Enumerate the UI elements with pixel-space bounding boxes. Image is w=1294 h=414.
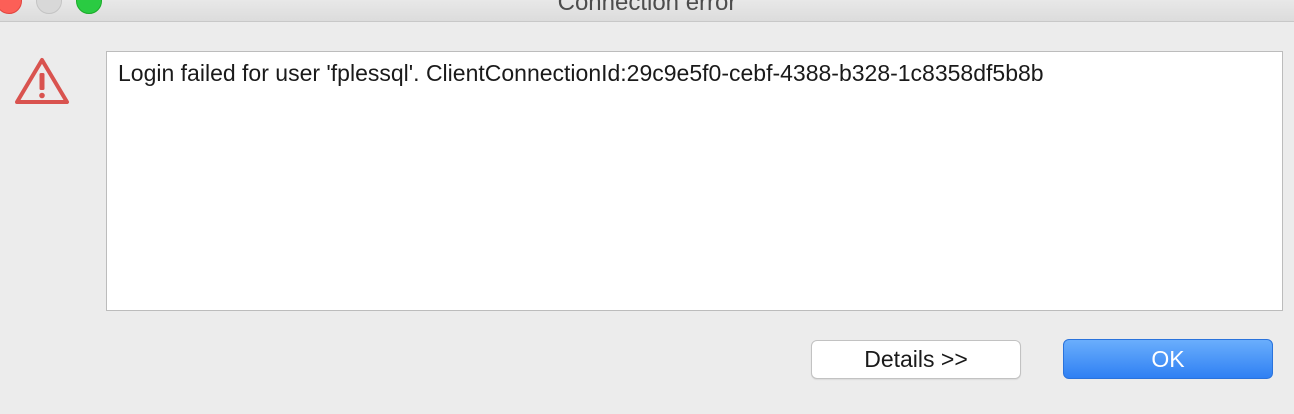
details-button[interactable]: Details >> xyxy=(811,340,1021,379)
title-bar[interactable]: Connection error xyxy=(0,0,1294,22)
ok-button[interactable]: OK xyxy=(1063,339,1273,379)
window-title: Connection error xyxy=(557,0,737,16)
warning-triangle-icon xyxy=(13,56,71,106)
error-message-box[interactable]: Login failed for user 'fplessql'. Client… xyxy=(106,51,1283,311)
connection-error-dialog: Connection error Login failed for user '… xyxy=(0,0,1294,414)
error-message-text: Login failed for user 'fplessql'. Client… xyxy=(118,60,1044,86)
